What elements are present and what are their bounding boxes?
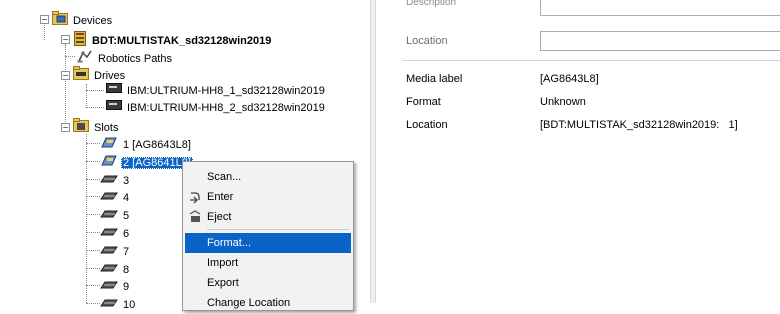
tree-node-devices[interactable]: Devices bbox=[52, 11, 114, 27]
tree-label: IBM:ULTRIUM-HH8_2_sd32128win2019 bbox=[127, 101, 325, 114]
menu-item-label: Enter bbox=[207, 191, 234, 203]
tape-cartridge-icon bbox=[100, 153, 118, 172]
tree-connector bbox=[86, 232, 100, 233]
prop-label-media: Media label bbox=[406, 73, 463, 85]
enter-icon bbox=[188, 190, 202, 204]
tree-connector bbox=[86, 179, 100, 180]
menu-item-label: Scan... bbox=[207, 171, 242, 183]
menu-item-change-location[interactable]: Change Location bbox=[185, 293, 351, 313]
tree-node-robotics-paths[interactable]: Robotics Paths bbox=[77, 49, 174, 65]
tree-node-slot[interactable]: 9 bbox=[100, 277, 131, 293]
collapse-icon[interactable]: − bbox=[61, 35, 70, 44]
tree-connector bbox=[86, 107, 104, 108]
field-label-description: Description bbox=[406, 0, 457, 8]
eject-icon bbox=[188, 210, 202, 224]
tree-label: 3 bbox=[123, 174, 130, 187]
tree-connector bbox=[65, 56, 75, 57]
tree-label: 4 bbox=[123, 191, 130, 204]
tree-node-drives[interactable]: Drives bbox=[73, 66, 127, 82]
section-divider bbox=[402, 60, 780, 61]
tree-connector bbox=[86, 250, 100, 251]
collapse-icon[interactable]: − bbox=[61, 123, 70, 132]
tree-node-slot[interactable]: 7 bbox=[100, 242, 131, 258]
tree-label: Devices bbox=[73, 14, 113, 27]
empty-slot-icon bbox=[100, 295, 118, 314]
tape-drive-icon bbox=[106, 99, 122, 116]
empty-slot-icon bbox=[100, 277, 118, 296]
tree-label: 10 bbox=[123, 298, 136, 311]
tree-connector bbox=[86, 196, 100, 197]
menu-item-enter[interactable]: Enter bbox=[185, 187, 351, 207]
collapse-icon[interactable]: − bbox=[61, 71, 70, 80]
tree-connector bbox=[86, 285, 100, 286]
menu-item-label: Import bbox=[207, 257, 239, 269]
empty-slot-icon bbox=[100, 224, 118, 243]
devices-folder-icon bbox=[52, 11, 68, 30]
tree-connector bbox=[86, 90, 104, 91]
tape-cartridge-icon bbox=[100, 135, 118, 154]
prop-label-location: Location bbox=[406, 119, 448, 131]
tree-connector bbox=[86, 303, 100, 304]
menu-item-eject[interactable]: Eject bbox=[185, 207, 351, 227]
prop-value-location: [BDT:MULTISTAK_sd32128win2019: 1] bbox=[540, 119, 738, 131]
tree-node-slot[interactable]: 4 bbox=[100, 188, 131, 204]
context-menu: Scan... Enter Eject Format... Import Exp… bbox=[182, 161, 354, 311]
details-pane: Description Location Media label [AG8643… bbox=[376, 0, 780, 303]
tree-node-slot[interactable]: 5 bbox=[100, 206, 131, 222]
prop-value-media: [AG8643L8] bbox=[540, 73, 599, 85]
tree-node-slot[interactable]: 6 bbox=[100, 224, 131, 240]
tree-connector bbox=[86, 161, 100, 162]
tree-label: BDT:MULTISTAK_sd32128win2019 bbox=[92, 35, 272, 47]
tree-node-slot[interactable]: 3 bbox=[100, 171, 131, 187]
menu-item-export[interactable]: Export bbox=[185, 273, 351, 293]
tree-label: 6 bbox=[123, 227, 130, 240]
empty-slot-icon bbox=[100, 206, 118, 225]
tree-label: 9 bbox=[123, 280, 130, 293]
description-field[interactable] bbox=[540, 0, 780, 16]
collapse-icon[interactable]: − bbox=[40, 15, 49, 24]
tree-label: 1 [AG8643L8] bbox=[123, 138, 191, 151]
tree-connector bbox=[86, 84, 87, 108]
tree-label: 7 bbox=[123, 245, 130, 258]
tree-node-drive[interactable]: IBM:ULTRIUM-HH8_1_sd32128win2019 bbox=[106, 82, 327, 98]
tree-label: Robotics Paths bbox=[98, 52, 172, 65]
tree-label: IBM:ULTRIUM-HH8_1_sd32128win2019 bbox=[127, 84, 325, 97]
field-label-location: Location bbox=[406, 35, 448, 47]
tree-node-library[interactable]: BDT:MULTISTAK_sd32128win2019 bbox=[73, 31, 273, 47]
menu-item-label: Export bbox=[207, 277, 239, 289]
location-field[interactable] bbox=[540, 31, 780, 51]
empty-slot-icon bbox=[100, 188, 118, 207]
tree-connector bbox=[86, 143, 100, 144]
tree-connector bbox=[86, 214, 100, 215]
slots-folder-icon bbox=[73, 118, 89, 137]
menu-item-import[interactable]: Import bbox=[185, 253, 351, 273]
tape-drive-icon bbox=[106, 82, 122, 99]
tree-node-slot[interactable]: 2 [AG8641L8] bbox=[100, 153, 193, 169]
menu-item-label: Eject bbox=[207, 211, 232, 223]
drives-folder-icon bbox=[73, 66, 89, 85]
menu-separator bbox=[207, 229, 349, 230]
clipped-item: - - bbox=[196, 0, 210, 7]
tree-node-slot[interactable]: 8 bbox=[100, 260, 131, 276]
tree-label: Slots bbox=[94, 121, 119, 134]
menu-item-format[interactable]: Format... bbox=[185, 233, 351, 253]
tape-library-icon bbox=[73, 31, 87, 51]
menu-item-label: Change Location bbox=[207, 297, 291, 309]
tree-connector bbox=[86, 268, 100, 269]
prop-label-format: Format bbox=[406, 96, 441, 108]
tree-label: 8 bbox=[123, 263, 130, 276]
menu-item-label: Format... bbox=[207, 237, 252, 249]
tree-node-slots[interactable]: Slots bbox=[73, 118, 120, 134]
tree-label: 5 bbox=[123, 209, 130, 222]
tree-connector bbox=[86, 134, 87, 303]
tree-node-drive[interactable]: IBM:ULTRIUM-HH8_2_sd32128win2019 bbox=[106, 99, 327, 115]
menu-item-scan[interactable]: Scan... bbox=[185, 167, 351, 187]
prop-value-format: Unknown bbox=[540, 96, 586, 108]
empty-slot-icon bbox=[100, 242, 118, 261]
tree-node-slot[interactable]: 1 [AG8643L8] bbox=[100, 135, 193, 151]
tree-label: Drives bbox=[94, 69, 126, 82]
tree-node-slot[interactable]: 10 bbox=[100, 295, 137, 311]
